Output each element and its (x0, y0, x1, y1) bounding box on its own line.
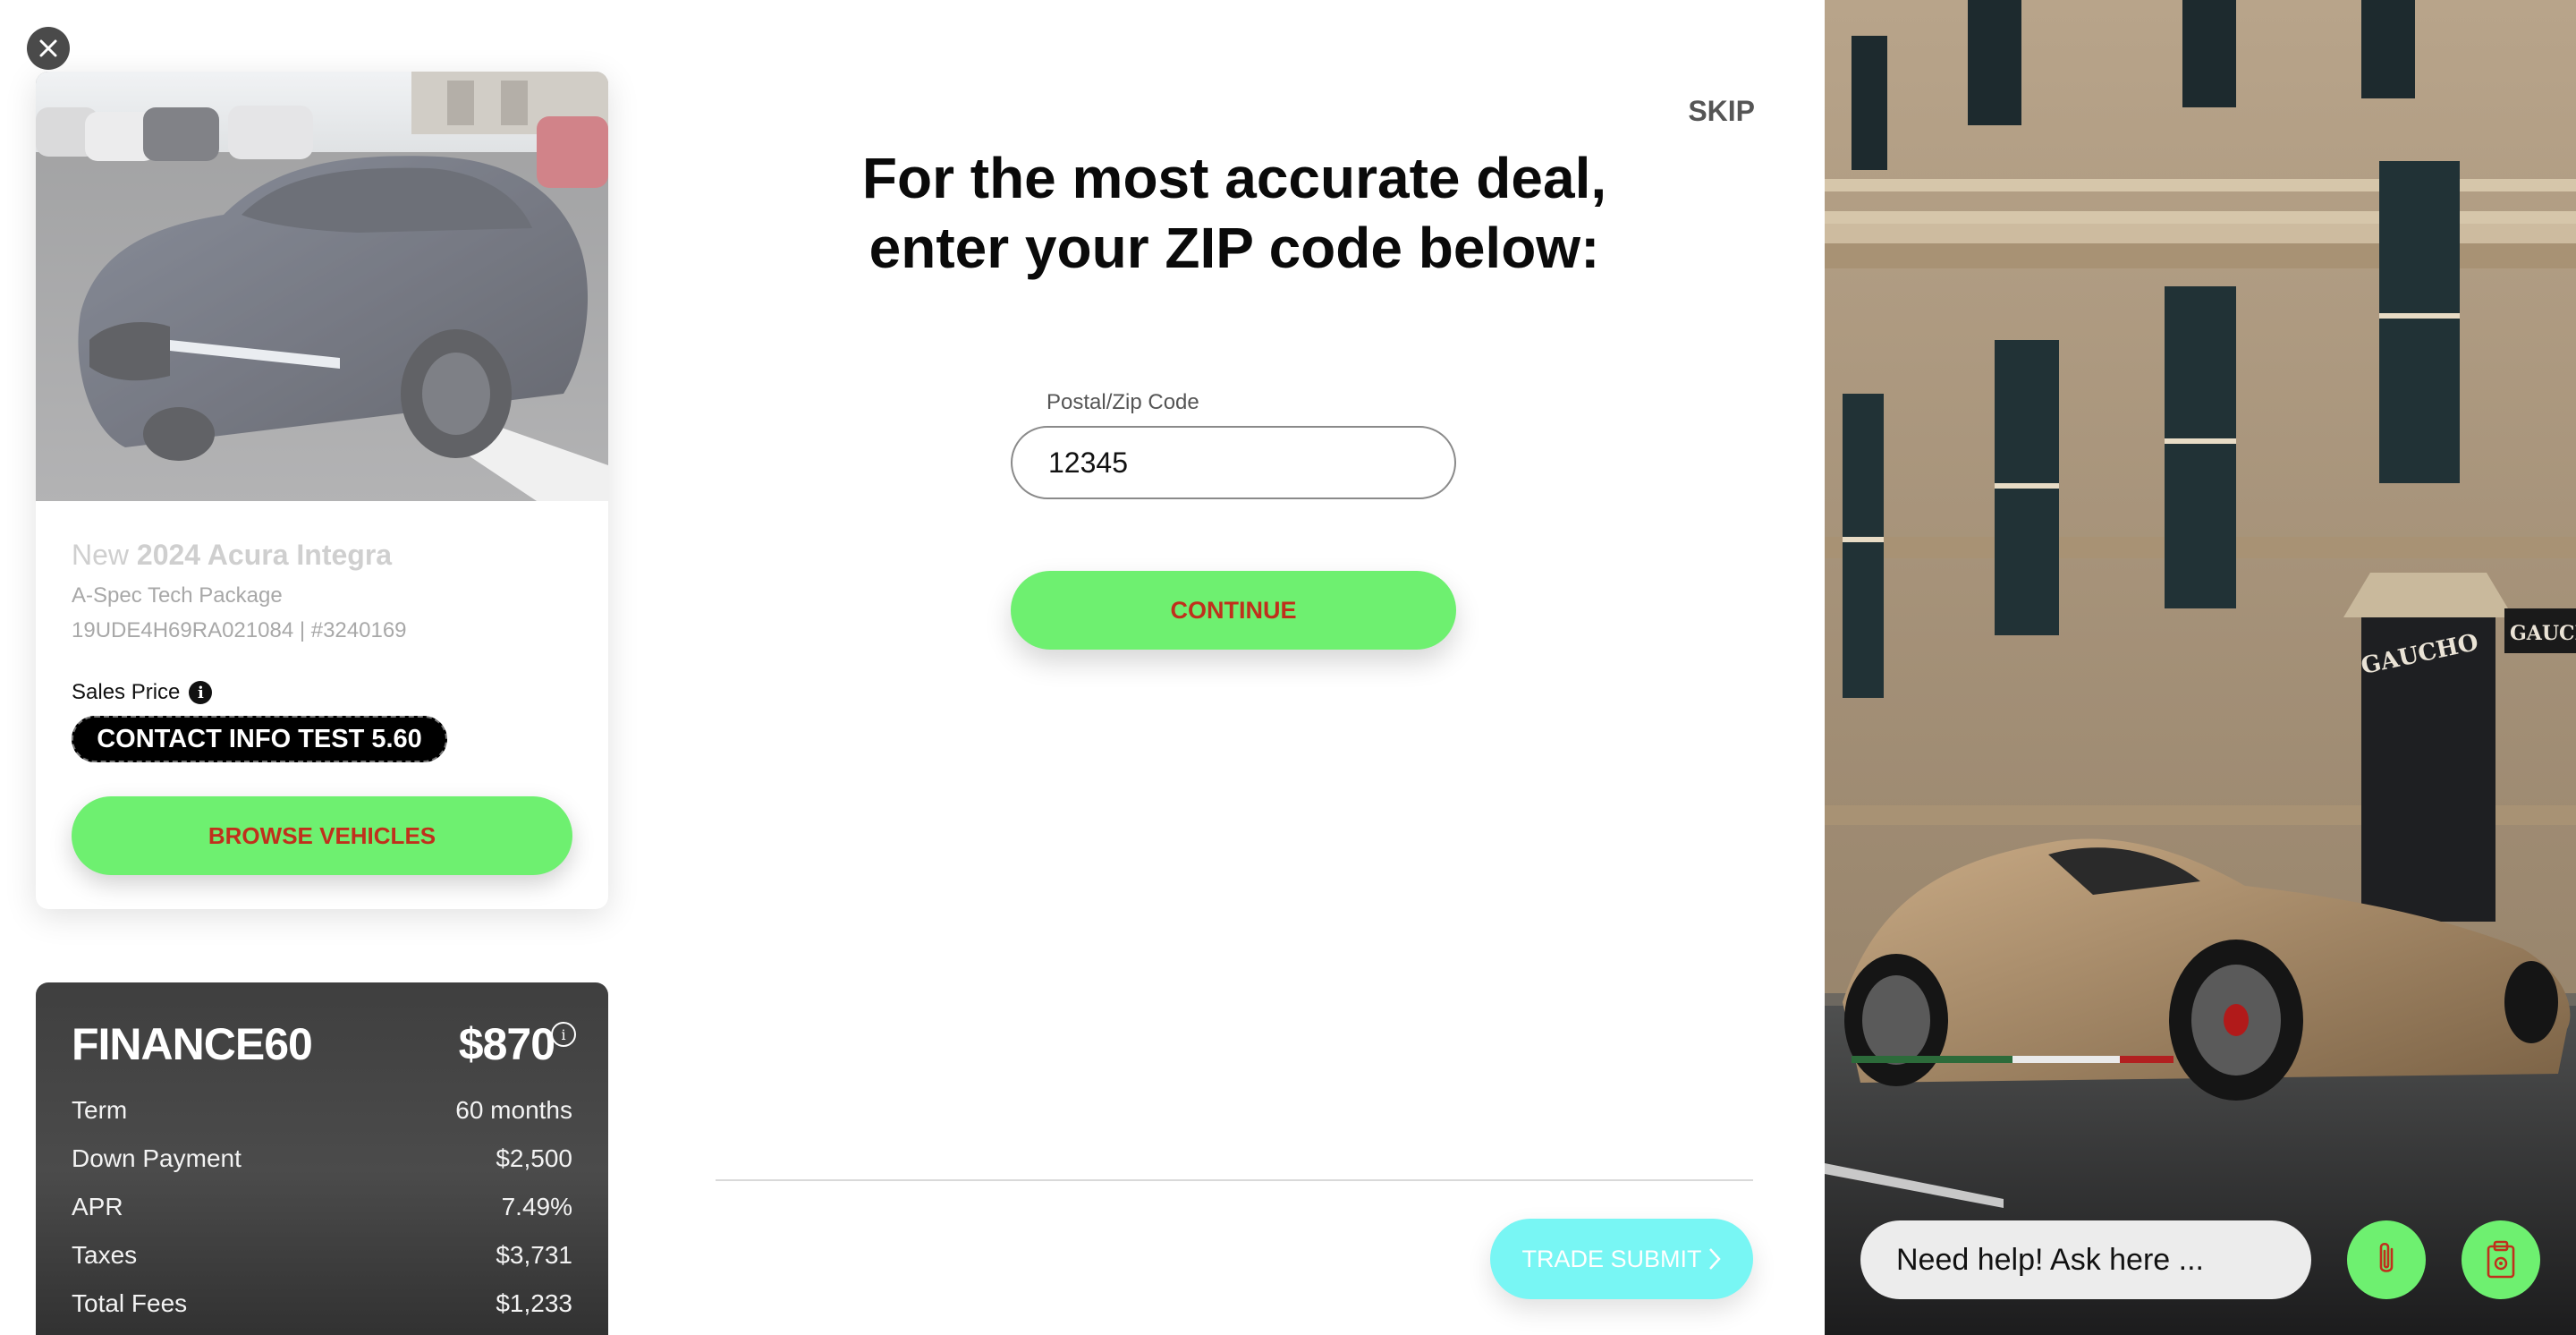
attach-button[interactable] (2347, 1220, 2426, 1299)
finance-row-label: APR (72, 1193, 123, 1220)
vehicle-vin-stock: 19UDE4H69RA021084 | #3240169 (72, 618, 407, 642)
finance-row-value: $2,500 (496, 1144, 572, 1172)
vehicle-model: 2024 Acura Integra (136, 539, 393, 571)
finance-row-label: Total Fees (72, 1289, 188, 1317)
page-title-line-2: enter your ZIP code below: (869, 216, 1600, 280)
clipboard-button[interactable] (2462, 1220, 2540, 1299)
trade-submit-label: TRADE SUBMIT (1521, 1245, 1702, 1272)
finance-card: FINANCE60 $870 i Term 60 months Down Pay… (36, 982, 608, 1335)
sales-price-value: CONTACT INFO TEST 5.60 (72, 716, 447, 762)
clipboard-icon (2487, 1240, 2515, 1279)
finance-row-label: Term (72, 1096, 128, 1124)
vehicle-trim: A-Spec Tech Package (72, 583, 283, 608)
finance-plan-name: FINANCE60 (72, 1019, 313, 1069)
page-title-line-1: For the most accurate deal, (861, 146, 1607, 210)
finance-row-value: 60 months (455, 1096, 572, 1124)
sales-price-text: Sales Price (72, 680, 181, 704)
chevron-right-icon (1708, 1248, 1721, 1270)
browse-vehicles-button[interactable]: BROWSE VEHICLES (72, 796, 572, 875)
paperclip-icon (2379, 1242, 2394, 1272)
finance-row-taxes: Taxes $3,731 (72, 1231, 572, 1280)
footer-divider (716, 1179, 1753, 1181)
vehicle-title: New 2024 Acura Integra (72, 539, 392, 572)
finance-details: Term 60 months Down Payment $2,500 APR 7… (72, 1086, 572, 1328)
finance-row-value: $1,233 (496, 1289, 572, 1317)
help-chat-input[interactable]: Need help! Ask here ... (1860, 1220, 2311, 1299)
finance-row-total-fees: Total Fees $1,233 (72, 1280, 572, 1328)
finance-row-value: 7.49% (501, 1193, 572, 1220)
finance-row-label: Taxes (72, 1241, 138, 1269)
info-icon[interactable]: i (189, 681, 213, 704)
zip-code-label: Postal/Zip Code (1046, 390, 1199, 414)
photo-overlay (36, 72, 608, 501)
skip-button[interactable]: SKIP (1688, 95, 1755, 128)
finance-row-down-payment: Down Payment $2,500 (72, 1135, 572, 1183)
sales-price-label: Sales Price i (72, 680, 213, 705)
finance-row-term: Term 60 months (72, 1086, 572, 1135)
finance-row-apr: APR 7.49% (72, 1183, 572, 1231)
finance-payment-amount: $870 (458, 1019, 555, 1069)
page-title: For the most accurate deal, enter your Z… (716, 143, 1753, 283)
finance-row-label: Down Payment (72, 1144, 242, 1172)
hanging-sign: GAUCHO (2510, 622, 2576, 645)
finance-row-value: $3,731 (496, 1241, 572, 1269)
close-icon (39, 39, 57, 57)
vehicle-card: New 2024 Acura Integra A-Spec Tech Packa… (36, 72, 608, 909)
zip-code-input[interactable] (1011, 426, 1456, 499)
continue-button[interactable]: CONTINUE (1011, 571, 1456, 650)
vehicle-condition: New (72, 539, 130, 571)
close-button[interactable] (27, 27, 70, 70)
info-icon[interactable]: i (551, 1022, 576, 1047)
hero-photo: GAUCHO GAUCHO (1825, 0, 2576, 1335)
trade-submit-button[interactable]: TRADE SUBMIT (1490, 1219, 1753, 1299)
